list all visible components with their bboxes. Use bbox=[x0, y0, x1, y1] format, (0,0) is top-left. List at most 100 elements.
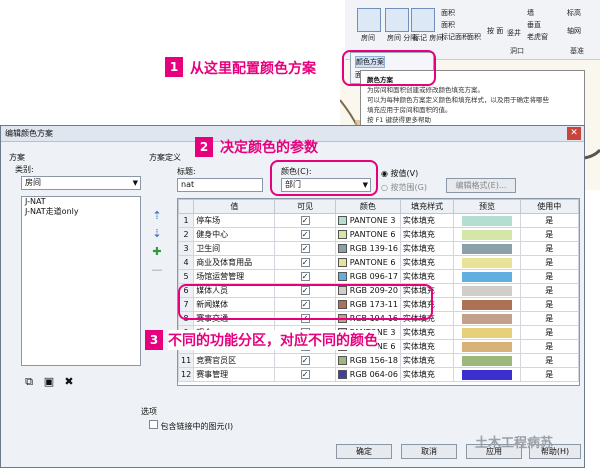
list-item[interactable]: J-NAT走道only bbox=[22, 207, 140, 217]
by-value-radio[interactable]: ◉ 按值(V) bbox=[381, 168, 418, 179]
fill-pattern-cell[interactable]: 实体填充 bbox=[399, 325, 455, 340]
dormer-tool[interactable]: 老虎窗 bbox=[527, 32, 548, 42]
move-up-icon[interactable]: ⇡ bbox=[151, 210, 163, 222]
preview-cell bbox=[453, 255, 521, 270]
row-number: 4 bbox=[178, 255, 195, 270]
color-cell[interactable]: RGB 096-17 bbox=[334, 269, 401, 284]
visible-cell[interactable]: ✓ bbox=[274, 213, 336, 228]
table-row[interactable]: 1 停车场 ✓ PANTONE 3 实体填充 是 bbox=[178, 213, 579, 228]
fill-pattern-cell[interactable]: 实体填充 bbox=[399, 213, 455, 228]
visible-checkbox[interactable]: ✓ bbox=[300, 272, 310, 281]
fill-pattern-cell[interactable]: 实体填充 bbox=[399, 227, 455, 242]
row-number: 1 bbox=[178, 213, 195, 228]
room-button[interactable] bbox=[357, 8, 381, 32]
edit-format-button[interactable]: 编辑格式(E)... bbox=[446, 178, 516, 193]
visible-cell[interactable]: ✓ bbox=[274, 255, 336, 270]
rename-icon[interactable]: ▣ bbox=[43, 376, 55, 388]
cancel-button[interactable]: 取消 bbox=[401, 444, 457, 459]
area-item[interactable]: 面积 bbox=[441, 8, 455, 18]
list-item[interactable]: J-NAT bbox=[22, 197, 140, 207]
value-cell[interactable]: 赛事管理 bbox=[193, 367, 276, 382]
in-use-cell: 是 bbox=[519, 255, 579, 270]
vertical-tool[interactable]: 垂直 bbox=[527, 20, 541, 30]
column-header-in-use[interactable]: 使用中 bbox=[519, 199, 579, 214]
visible-checkbox[interactable]: ✓ bbox=[300, 356, 310, 365]
move-down-icon[interactable]: ⇣ bbox=[151, 228, 163, 240]
visible-checkbox[interactable]: ✓ bbox=[300, 244, 310, 253]
shaft-tool[interactable]: 竖井 bbox=[507, 28, 521, 38]
visible-cell[interactable]: ✓ bbox=[274, 227, 336, 242]
column-header-fill[interactable]: 填充样式 bbox=[399, 199, 455, 214]
by-range-radio[interactable]: ○ 按范围(G) bbox=[381, 182, 427, 193]
color-name: RGB 096-17 bbox=[349, 272, 398, 281]
table-row[interactable]: 11 竞赛官员区 ✓ RGB 156-18 实体填充 是 bbox=[178, 353, 579, 368]
fill-pattern-cell[interactable]: 实体填充 bbox=[399, 241, 455, 256]
fill-pattern-cell[interactable]: 实体填充 bbox=[399, 339, 455, 354]
area-item[interactable]: 面积 bbox=[467, 32, 481, 42]
preview-cell bbox=[453, 325, 521, 340]
table-row[interactable]: 4 商业及体育用品 ✓ PANTONE 6 实体填充 是 bbox=[178, 255, 579, 270]
color-cell[interactable]: RGB 156-18 bbox=[334, 353, 401, 368]
visible-checkbox[interactable]: ✓ bbox=[300, 370, 310, 379]
preview-swatch bbox=[462, 285, 512, 296]
wall-tool[interactable]: 墙 bbox=[527, 8, 534, 18]
color-cell[interactable]: PANTONE 6 bbox=[334, 227, 401, 242]
preview-cell bbox=[453, 367, 521, 382]
duplicate-icon[interactable]: ⧉ bbox=[23, 376, 35, 388]
column-header-value[interactable]: 值 bbox=[193, 199, 276, 214]
value-cell[interactable]: 停车场 bbox=[193, 213, 276, 228]
value-cell[interactable]: 场馆运营管理 bbox=[193, 269, 276, 284]
visible-cell[interactable]: ✓ bbox=[274, 241, 336, 256]
grid-tool[interactable]: 轴网 bbox=[567, 26, 581, 36]
by-face-tool[interactable]: 按 面 bbox=[487, 26, 503, 36]
color-cell[interactable]: RGB 064-06 bbox=[334, 367, 401, 382]
include-links-checkbox[interactable]: 包含链接中的图元(I) bbox=[149, 420, 233, 432]
value-cell[interactable]: 卫生间 bbox=[193, 241, 276, 256]
color-cell[interactable]: PANTONE 3 bbox=[334, 213, 401, 228]
table-row[interactable]: 12 赛事管理 ✓ RGB 064-06 实体填充 是 bbox=[178, 367, 579, 382]
fill-pattern-cell[interactable]: 实体填充 bbox=[399, 255, 455, 270]
visible-cell[interactable]: ✓ bbox=[274, 367, 336, 382]
ok-button[interactable]: 确定 bbox=[336, 444, 392, 459]
visible-cell[interactable]: ✓ bbox=[274, 269, 336, 284]
tag-area-item[interactable]: 标记面积 bbox=[441, 32, 469, 42]
color-swatch bbox=[337, 272, 347, 281]
in-use-cell: 是 bbox=[519, 241, 579, 256]
value-cell[interactable]: 健身中心 bbox=[193, 227, 276, 242]
visible-checkbox[interactable]: ✓ bbox=[300, 216, 310, 225]
level-tool[interactable]: 标高 bbox=[567, 8, 581, 18]
category-select[interactable]: 房间 ▼ bbox=[21, 176, 141, 190]
datum-group-label: 基准 bbox=[570, 47, 584, 55]
fill-pattern-cell[interactable]: 实体填充 bbox=[399, 353, 455, 368]
value-cell[interactable]: 竞赛官员区 bbox=[193, 353, 276, 368]
fill-pattern-cell[interactable]: 实体填充 bbox=[399, 367, 455, 382]
table-row[interactable]: 5 场馆运营管理 ✓ RGB 096-17 实体填充 是 bbox=[178, 269, 579, 284]
column-header-preview[interactable]: 预览 bbox=[453, 199, 521, 214]
tooltip-line: 为房间和面积创建或修改颜色填充方案。 bbox=[367, 86, 484, 94]
color-swatch bbox=[337, 370, 347, 379]
visible-checkbox[interactable]: ✓ bbox=[300, 258, 310, 267]
scheme-list[interactable]: J-NAT J-NAT走道only bbox=[21, 196, 141, 366]
in-use-cell: 是 bbox=[519, 325, 579, 340]
add-value-icon[interactable]: ✚ bbox=[151, 246, 163, 258]
table-row[interactable]: 3 卫生间 ✓ RGB 139-16 实体填充 是 bbox=[178, 241, 579, 256]
title-input[interactable]: nat bbox=[177, 178, 263, 192]
close-icon[interactable]: ✕ bbox=[567, 127, 581, 140]
color-cell[interactable]: RGB 139-16 bbox=[334, 241, 401, 256]
table-row[interactable]: 2 健身中心 ✓ PANTONE 6 实体填充 是 bbox=[178, 227, 579, 242]
value-cell[interactable]: 商业及体育用品 bbox=[193, 255, 276, 270]
area-item[interactable]: 面积 bbox=[441, 20, 455, 30]
delete-icon[interactable]: ✖ bbox=[63, 376, 75, 388]
fill-pattern-cell[interactable]: 实体填充 bbox=[399, 269, 455, 284]
room-separator-button[interactable] bbox=[385, 8, 409, 32]
color-name: RGB 064-06 bbox=[349, 370, 398, 379]
preview-swatch bbox=[462, 271, 512, 282]
tag-room-button[interactable] bbox=[411, 8, 435, 32]
definition-label: 方案定义 bbox=[149, 153, 181, 162]
column-header-visible[interactable]: 可见 bbox=[274, 199, 336, 214]
remove-value-icon[interactable]: — bbox=[151, 264, 163, 276]
visible-checkbox[interactable]: ✓ bbox=[300, 230, 310, 239]
column-header-color[interactable]: 颜色 bbox=[334, 199, 401, 214]
visible-cell[interactable]: ✓ bbox=[274, 353, 336, 368]
color-cell[interactable]: PANTONE 6 bbox=[334, 255, 401, 270]
